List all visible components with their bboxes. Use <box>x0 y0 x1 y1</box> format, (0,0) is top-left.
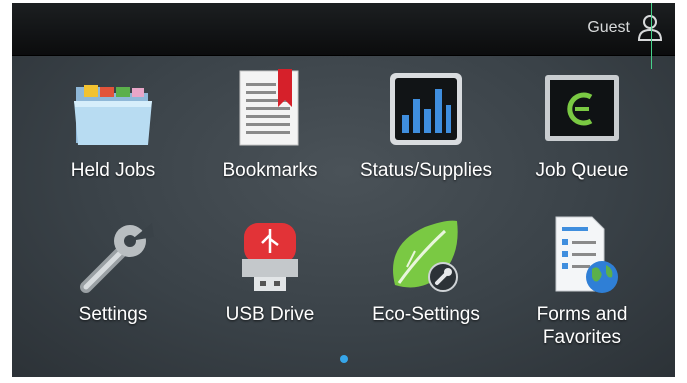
bar-chart-icon <box>390 73 462 145</box>
form-globe-icon <box>555 216 618 293</box>
app-label: Bookmarks <box>222 160 318 181</box>
focus-line <box>651 3 652 69</box>
app-eco-settings[interactable]: Eco-Settings <box>351 215 501 326</box>
app-job-queue[interactable]: Job Queue <box>507 69 657 182</box>
leaf-icon <box>393 220 458 292</box>
app-forms-and-favorites[interactable]: Forms and Favorites <box>507 213 657 349</box>
app-settings[interactable]: Settings <box>38 217 188 326</box>
page-indicator-dot[interactable] <box>340 355 348 363</box>
bookmark-document-icon <box>239 69 299 146</box>
app-label: Status/Supplies <box>359 160 493 181</box>
app-label: Settings <box>78 304 148 325</box>
wrench-icon <box>80 223 154 293</box>
monitor-icon <box>545 75 619 141</box>
app-label: Held Jobs <box>70 160 156 181</box>
app-held-jobs[interactable]: Held Jobs <box>38 71 188 182</box>
top-bar: Guest <box>12 3 675 56</box>
home-screen: Guest Held Jobs Bookmarks Status/Supplie… <box>12 3 675 377</box>
app-label: USB Drive <box>225 304 315 325</box>
folder-icon <box>74 85 152 145</box>
app-label: Eco-Settings <box>372 304 480 325</box>
app-label: Forms and Favorites <box>536 304 628 348</box>
app-status-supplies[interactable]: Status/Supplies <box>351 69 501 182</box>
user-icon[interactable] <box>635 13 665 43</box>
app-usb-drive[interactable]: USB Drive <box>195 215 345 326</box>
app-bookmarks[interactable]: Bookmarks <box>195 67 345 182</box>
usb-drive-icon <box>242 223 298 291</box>
app-label: Job Queue <box>535 160 629 181</box>
user-label[interactable]: Guest <box>587 19 630 37</box>
